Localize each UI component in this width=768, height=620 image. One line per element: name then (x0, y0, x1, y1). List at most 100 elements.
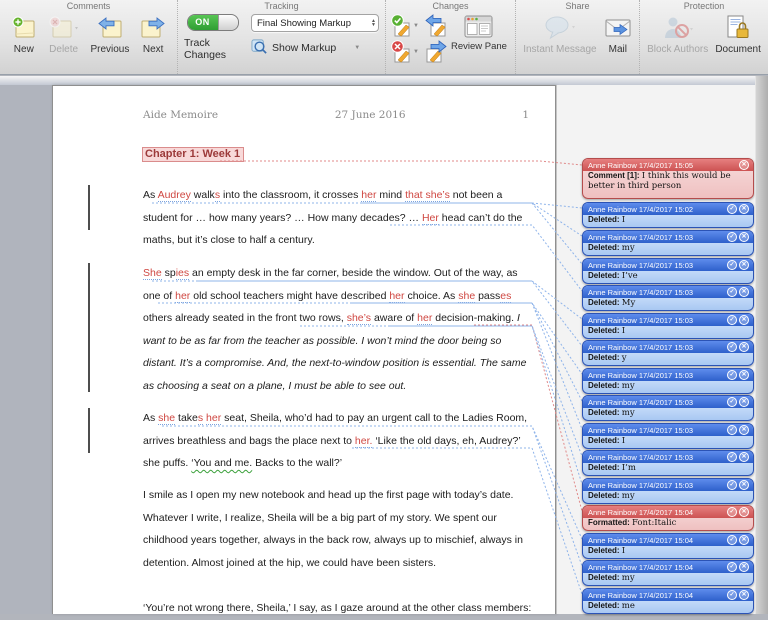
bubble-change-text: me (621, 601, 635, 611)
close-icon[interactable]: ✕ (739, 287, 749, 297)
close-icon[interactable]: ✕ (739, 507, 749, 517)
tracked-insertion: her. (354, 434, 373, 448)
next-change-button[interactable] (425, 40, 447, 64)
reject-change-icon (391, 40, 410, 63)
change-bubble[interactable]: Anne Rainbow 17/4/2017 15:03 ✓ ✕ Deleted: I (582, 313, 754, 339)
accept-icon[interactable]: ✓ (727, 370, 737, 380)
bubble-author-timestamp: Anne Rainbow 17/4/2017 15:03 (588, 370, 694, 380)
change-bubble[interactable]: Anne Rainbow 17/4/2017 15:03 ✓ ✕ Deleted: M… (582, 285, 754, 311)
reject-change-button[interactable]: ▼ (390, 40, 419, 64)
accept-icon[interactable]: ✓ (727, 425, 737, 435)
bubble-change-type: Deleted: (588, 353, 622, 362)
group-label-tracking: Tracking (264, 1, 299, 11)
paragraph[interactable]: She spies an empty desk in the far corne… (143, 262, 535, 398)
new-comment-button[interactable]: New (11, 14, 37, 55)
bubble-author-timestamp: Anne Rainbow 17/4/2017 15:03 (588, 452, 694, 462)
previous-change-button[interactable] (425, 14, 447, 38)
close-icon[interactable]: ✕ (739, 452, 749, 462)
change-bubble[interactable]: Anne Rainbow 17/4/2017 15:04 ✓ ✕ Deleted: m… (582, 560, 754, 586)
bubble-author-timestamp: Anne Rainbow 17/4/2017 15:02 (588, 204, 694, 214)
change-bubble[interactable]: Anne Rainbow 17/4/2017 15:03 ✓ ✕ Deleted: m… (582, 395, 754, 421)
paragraph[interactable]: ‘You’re not wrong there, Sheila,’ I say,… (143, 597, 535, 620)
accept-icon[interactable]: ✓ (727, 204, 737, 214)
close-icon[interactable]: ✕ (739, 315, 749, 325)
paragraph[interactable]: As she takes her seat, Sheila, who’d had… (143, 407, 535, 475)
instant-message-button[interactable]: Instant Message (523, 14, 597, 55)
change-bubble[interactable]: Anne Rainbow 17/4/2017 15:03 ✓ ✕ Deleted: I… (582, 258, 754, 284)
show-markup-button[interactable]: Show Markup ▼ (251, 38, 360, 58)
review-pane-button[interactable]: Review Pane (451, 14, 507, 52)
accept-icon[interactable]: ✓ (727, 232, 737, 242)
text-run: ‘You and me. (191, 457, 253, 470)
reject-caret-icon: ▼ (413, 49, 419, 55)
accept-icon[interactable]: ✓ (727, 480, 737, 490)
bubble-author-timestamp: Anne Rainbow 17/4/2017 15:03 (588, 425, 694, 435)
track-changes-toggle[interactable]: ON (186, 14, 239, 31)
markup-view-dropdown[interactable]: Final Showing Markup ▲ ▼ (251, 14, 379, 32)
bubble-change-text: my (621, 381, 635, 391)
delete-comment-label: Delete (49, 44, 79, 55)
change-bubble[interactable]: Anne Rainbow 17/4/2017 15:03 ✓ ✕ Deleted: m… (582, 230, 754, 256)
change-bubble[interactable]: Anne Rainbow 17/4/2017 15:04 ✓ ✕ Deleted: m… (582, 588, 754, 614)
accept-change-button[interactable]: ▼ (390, 14, 419, 38)
ribbon-group-changes: Changes ▼ ▼ Review Pane (386, 0, 516, 74)
chapter-heading[interactable]: Chapter 1: Week 1 (142, 147, 245, 162)
change-bubble[interactable]: Anne Rainbow 17/4/2017 15:03 ✓ ✕ Deleted: m… (582, 478, 754, 504)
bubble-change-text: I’ve (621, 271, 638, 281)
text-run: others already seated in the front two r… (143, 312, 347, 325)
accept-icon[interactable]: ✓ (727, 562, 737, 572)
change-bubble[interactable]: Anne Rainbow 17/4/2017 15:03 ✓ ✕ Deleted: y (582, 340, 754, 366)
change-bubble[interactable]: Anne Rainbow 17/4/2017 15:03 ✓ ✕ Deleted: I… (582, 450, 754, 476)
paragraph[interactable]: I smile as I open my new notebook and he… (143, 484, 535, 574)
close-icon[interactable]: ✕ (739, 535, 749, 545)
change-bubble[interactable]: Anne Rainbow 17/4/2017 15:04 ✓ ✕ Formatted:… (582, 505, 754, 531)
bubble-change-text: my (621, 573, 635, 583)
close-icon[interactable]: ✕ (739, 370, 749, 380)
close-icon[interactable]: ✕ (739, 425, 749, 435)
change-bubble[interactable]: Anne Rainbow 17/4/2017 15:03 ✓ ✕ Deleted: I (582, 423, 754, 449)
close-icon[interactable]: ✕ (739, 480, 749, 490)
change-bar (88, 185, 90, 230)
protect-document-button[interactable]: Document (715, 14, 761, 55)
change-bubble[interactable]: Anne Rainbow 17/4/2017 15:03 ✓ ✕ Deleted: m… (582, 368, 754, 394)
paragraph[interactable]: As Audrey walks into the classroom, it c… (143, 184, 535, 252)
bubble-change-text: Font:Italic (632, 518, 677, 528)
close-icon[interactable]: ✕ (739, 160, 749, 170)
bubble-change-type: Comment [1]: (588, 171, 642, 180)
text-run: ‘You’re not wrong there, Sheila,’ I say,… (143, 602, 532, 614)
close-icon[interactable]: ✕ (739, 204, 749, 214)
accept-icon[interactable]: ✓ (727, 590, 737, 600)
block-authors-button[interactable]: Block Authors (647, 14, 708, 55)
accept-icon[interactable]: ✓ (727, 315, 737, 325)
review-pane-icon (464, 15, 493, 38)
close-icon[interactable]: ✕ (739, 232, 749, 242)
bubble-author-timestamp: Anne Rainbow 17/4/2017 15:03 (588, 287, 694, 297)
next-comment-button[interactable]: Next (140, 14, 166, 55)
accept-icon[interactable]: ✓ (727, 287, 737, 297)
tracked-insertion: her (361, 189, 377, 202)
bubble-change-text: I (621, 326, 626, 336)
group-label-changes: Changes (432, 1, 469, 11)
close-icon[interactable]: ✕ (739, 590, 749, 600)
vertical-scrollbar[interactable] (755, 76, 768, 614)
bubble-author-timestamp: Anne Rainbow 17/4/2017 15:03 (588, 397, 694, 407)
change-bubble[interactable]: Anne Rainbow 17/4/2017 15:04 ✓ ✕ Deleted: I (582, 533, 754, 559)
accept-icon[interactable]: ✓ (727, 397, 737, 407)
close-icon[interactable]: ✕ (739, 562, 749, 572)
accept-icon[interactable]: ✓ (727, 452, 737, 462)
delete-comment-button[interactable]: Delete (48, 14, 80, 55)
comment-bubble[interactable]: Anne Rainbow 17/4/2017 15:05 ✕ Comment [1]… (582, 158, 754, 199)
mail-button[interactable]: Mail (604, 14, 632, 55)
accept-icon[interactable]: ✓ (727, 535, 737, 545)
new-comment-label: New (13, 44, 34, 55)
accept-icon[interactable]: ✓ (727, 260, 737, 270)
bubble-change-type: Deleted: (588, 601, 622, 610)
close-icon[interactable]: ✕ (739, 260, 749, 270)
accept-icon[interactable]: ✓ (727, 507, 737, 517)
close-icon[interactable]: ✕ (739, 342, 749, 352)
bubble-author-timestamp: Anne Rainbow 17/4/2017 15:05 (588, 160, 694, 170)
change-bubble[interactable]: Anne Rainbow 17/4/2017 15:02 ✓ ✕ Deleted: I (582, 202, 754, 228)
close-icon[interactable]: ✕ (739, 397, 749, 407)
previous-comment-button[interactable]: Previous (90, 14, 129, 55)
accept-icon[interactable]: ✓ (727, 342, 737, 352)
